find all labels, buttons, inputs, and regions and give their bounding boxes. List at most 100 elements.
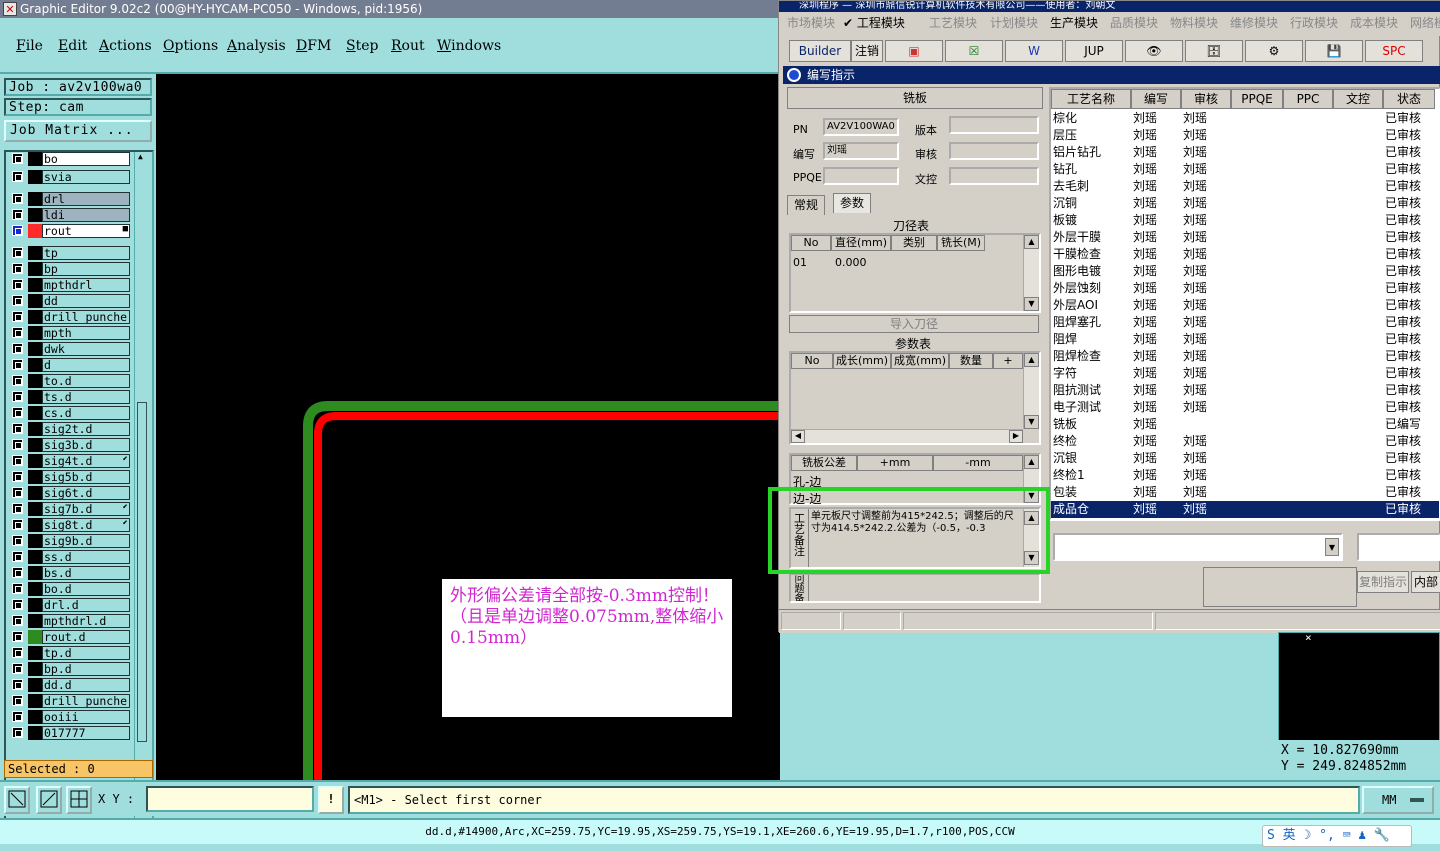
layer-row[interactable]: cs.d <box>8 406 130 420</box>
scroll-up-icon[interactable]: ▲ <box>138 152 143 161</box>
table-row[interactable]: 外层蚀刻 刘瑶 刘瑶 已审核 <box>1051 280 1439 297</box>
layer-name[interactable]: ldi <box>42 208 130 222</box>
layer-color-swatch[interactable] <box>28 454 42 468</box>
table-row[interactable]: 字符 刘瑶 刘瑶 已审核 <box>1051 365 1439 382</box>
layer-row[interactable]: bo <box>8 152 130 166</box>
menu-rout[interactable]: Rout <box>391 38 425 54</box>
tab-params[interactable]: 参数 <box>833 193 872 213</box>
layer-color-swatch[interactable] <box>28 518 42 532</box>
layer-color-swatch[interactable] <box>28 694 42 708</box>
alert-icon[interactable]: ! <box>318 786 344 814</box>
layer-row[interactable]: ss.d <box>8 550 130 564</box>
table-row[interactable]: 阻焊 刘瑶 刘瑶 已审核 <box>1051 331 1439 348</box>
param-table-scrollbar[interactable]: ▲ ▼ <box>1023 353 1039 429</box>
scroll-down-icon[interactable]: ▼ <box>1024 415 1039 429</box>
module-production[interactable]: 生产模块 <box>1050 14 1098 31</box>
layer-row[interactable]: bp.d <box>8 662 130 676</box>
layer-checkbox[interactable] <box>12 647 23 658</box>
dc-field[interactable] <box>949 167 1039 185</box>
layer-color-swatch[interactable] <box>28 630 42 644</box>
layer-row[interactable]: mpth <box>8 326 130 340</box>
layer-checkbox[interactable] <box>12 391 23 402</box>
layer-name[interactable]: ts.d <box>42 390 130 404</box>
proc-col-header[interactable]: PPQE <box>1231 89 1283 109</box>
pn-field[interactable]: AV2V100WA0 <box>823 118 899 136</box>
layer-checkbox[interactable] <box>12 599 23 610</box>
layer-row[interactable]: bs.d <box>8 566 130 580</box>
layer-name[interactable]: sig5b.d <box>42 470 130 484</box>
layer-color-swatch[interactable] <box>28 294 42 308</box>
table-row[interactable]: 沉银 刘瑶 刘瑶 已审核 <box>1051 450 1439 467</box>
layer-name[interactable]: to.d <box>42 374 130 388</box>
proc-col-header[interactable]: 编写 <box>1131 89 1181 109</box>
layer-row[interactable]: ooiii <box>8 710 130 724</box>
layer-row[interactable]: sig4t.d ⬋ <box>8 454 130 468</box>
table-row[interactable]: 电子测试 刘瑶 刘瑶 已审核 <box>1051 399 1439 416</box>
layer-name[interactable]: sig7b.d <box>42 502 130 516</box>
layer-name[interactable]: dd.d <box>42 678 130 692</box>
layer-checkbox[interactable] <box>12 263 23 274</box>
module-process[interactable]: 工艺模块 <box>929 14 977 31</box>
grid-icon[interactable] <box>66 786 92 814</box>
layer-row[interactable]: sig8t.d ⬋ <box>8 518 130 532</box>
layer-checkbox[interactable] <box>12 455 23 466</box>
layer-row[interactable]: sig3b.d <box>8 438 130 452</box>
layer-color-swatch[interactable] <box>28 262 42 276</box>
layer-name[interactable]: cs.d <box>42 406 130 420</box>
layer-checkbox[interactable] <box>12 171 23 182</box>
layer-row[interactable]: d <box>8 358 130 372</box>
layer-checkbox[interactable] <box>12 343 23 354</box>
layer-row[interactable]: bp <box>8 262 130 276</box>
layer-row[interactable]: tp <box>8 246 130 260</box>
module-admin[interactable]: 行政模块 <box>1290 14 1338 31</box>
layer-row[interactable]: tp.d <box>8 646 130 660</box>
layer-name[interactable]: drill_punche <box>42 694 130 708</box>
layer-name[interactable]: drill_punche <box>42 310 130 324</box>
scroll-up-icon[interactable]: ▲ <box>1024 235 1039 249</box>
layer-name[interactable]: sig2t.d <box>42 422 130 436</box>
layer-color-swatch[interactable] <box>28 598 42 612</box>
layer-name[interactable]: mpthdrl.d <box>42 614 130 628</box>
menu-edit[interactable]: Edit <box>58 38 87 54</box>
import-tool-button[interactable]: 导入刀径 <box>789 315 1039 333</box>
scroll-thumb[interactable] <box>137 402 147 742</box>
layer-color-swatch[interactable] <box>28 726 42 740</box>
proc-col-header[interactable]: 文控 <box>1333 89 1383 109</box>
layer-name[interactable]: mpthdrl <box>42 278 130 292</box>
review-field[interactable] <box>949 142 1039 160</box>
copy-instruction-button[interactable]: 复制指示 <box>1357 571 1409 593</box>
layer-color-swatch[interactable] <box>28 170 42 184</box>
layer-name[interactable]: svia <box>42 170 130 184</box>
layer-name[interactable]: dwk <box>42 342 130 356</box>
layer-color-swatch[interactable] <box>28 422 42 436</box>
layer-color-swatch[interactable] <box>28 710 42 724</box>
layer-name[interactable]: bs.d <box>42 566 130 580</box>
module-market[interactable]: 市场模块 <box>787 14 835 31</box>
layer-color-swatch[interactable] <box>28 486 42 500</box>
process-select[interactable]: ▼ <box>1053 533 1343 561</box>
layer-name[interactable]: bp <box>42 262 130 276</box>
module-engineering[interactable]: ✔ 工程模块 <box>843 14 905 31</box>
layer-color-swatch[interactable] <box>28 358 42 372</box>
ppqe-field[interactable] <box>823 167 899 185</box>
table-row[interactable]: 图形电镀 刘瑶 刘瑶 已审核 <box>1051 263 1439 280</box>
xy-input[interactable] <box>146 786 314 812</box>
job-matrix-button[interactable]: Job Matrix ... <box>4 120 152 142</box>
menu-step[interactable]: Step <box>346 38 378 54</box>
app-close-icon[interactable]: ✕ <box>3 2 17 16</box>
layer-checkbox[interactable] <box>12 327 23 338</box>
layer-checkbox[interactable] <box>12 583 23 594</box>
table-row[interactable]: 铣板 刘瑶 已编写 <box>1051 416 1439 433</box>
internal-button[interactable]: 内部 <box>1411 571 1440 593</box>
table-row[interactable]: 包装 刘瑶 刘瑶 已审核 <box>1051 484 1439 501</box>
layer-checkbox[interactable] <box>12 311 23 322</box>
table-row[interactable]: 阻焊检查 刘瑶 刘瑶 已审核 <box>1051 348 1439 365</box>
layer-row[interactable]: dwk <box>8 342 130 356</box>
table-row[interactable]: 层压 刘瑶 刘瑶 已审核 <box>1051 127 1439 144</box>
layer-color-swatch[interactable] <box>28 278 42 292</box>
extra-remark-box[interactable]: 问题备注 <box>789 573 1041 603</box>
layer-name[interactable]: mpth <box>42 326 130 340</box>
layer-name[interactable]: bo.d <box>42 582 130 596</box>
layer-name[interactable]: sig9b.d <box>42 534 130 548</box>
layer-name[interactable]: sig4t.d <box>42 454 130 468</box>
